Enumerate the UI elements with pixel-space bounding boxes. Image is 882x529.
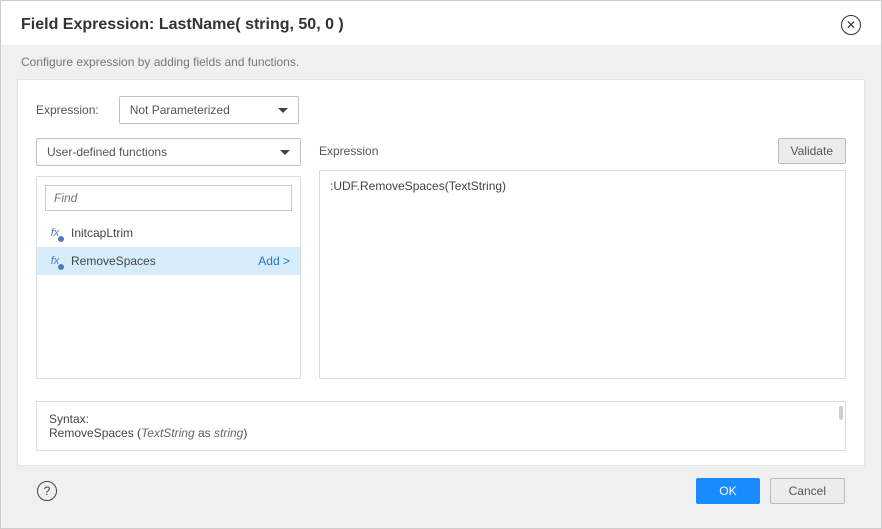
dialog-footer: ? OK Cancel — [17, 466, 865, 518]
chevron-down-icon — [278, 108, 288, 113]
search-input[interactable] — [45, 185, 292, 211]
left-column: User-defined functions fx InitcapLtrim f… — [36, 138, 301, 379]
dialog-header: Field Expression: LastName( string, 50, … — [1, 1, 881, 45]
field-expression-dialog: Field Expression: LastName( string, 50, … — [0, 0, 882, 529]
syntax-fn: RemoveSpaces — [49, 426, 134, 440]
expression-label: Expression — [319, 144, 378, 158]
syntax-type: string — [214, 426, 243, 440]
scrollbar-thumb[interactable] — [839, 406, 843, 420]
expression-editor[interactable]: :UDF.RemoveSpaces(TextString) — [319, 170, 846, 379]
function-list-box: fx InitcapLtrim fx RemoveSpaces Add > — [36, 176, 301, 379]
dialog-title: Field Expression: LastName( string, 50, … — [21, 16, 344, 34]
close-icon[interactable]: ✕ — [841, 15, 861, 35]
chevron-down-icon — [280, 150, 290, 155]
syntax-close: ) — [243, 426, 247, 440]
validate-button[interactable]: Validate — [778, 138, 846, 164]
syntax-box: Syntax: RemoveSpaces (TextString as stri… — [36, 401, 846, 451]
function-name: InitcapLtrim — [71, 226, 133, 240]
content-wrap: Expression: Not Parameterized User-defin… — [1, 79, 881, 528]
expression-type-label: Expression: — [36, 103, 99, 117]
category-select[interactable]: User-defined functions — [36, 138, 301, 166]
ok-button[interactable]: OK — [696, 478, 759, 504]
syntax-open: ( — [134, 426, 141, 440]
add-function-link[interactable]: Add > — [258, 254, 290, 268]
function-row-initcapltrim[interactable]: fx InitcapLtrim — [37, 219, 300, 247]
category-value: User-defined functions — [47, 145, 167, 159]
columns: User-defined functions fx InitcapLtrim f… — [36, 138, 846, 379]
right-column: Expression Validate :UDF.RemoveSpaces(Te… — [319, 138, 846, 379]
function-list: fx InitcapLtrim fx RemoveSpaces Add > — [37, 219, 300, 378]
subheader: Configure expression by adding fields an… — [1, 45, 881, 79]
expression-content: :UDF.RemoveSpaces(TextString) — [330, 179, 506, 193]
help-icon[interactable]: ? — [37, 481, 57, 501]
syntax-line: RemoveSpaces (TextString as string) — [49, 426, 833, 440]
expression-type-select[interactable]: Not Parameterized — [119, 96, 299, 124]
fx-icon: fx — [47, 253, 63, 269]
footer-buttons: OK Cancel — [696, 478, 845, 504]
syntax-param: TextString — [141, 426, 195, 440]
fx-icon: fx — [47, 225, 63, 241]
expression-type-row: Expression: Not Parameterized — [36, 96, 846, 124]
expression-type-value: Not Parameterized — [130, 103, 230, 117]
syntax-label: Syntax: — [49, 412, 833, 426]
cancel-button[interactable]: Cancel — [770, 478, 845, 504]
main-panel: Expression: Not Parameterized User-defin… — [17, 79, 865, 466]
syntax-as: as — [195, 426, 214, 440]
function-row-removespaces[interactable]: fx RemoveSpaces Add > — [37, 247, 300, 275]
expression-header-row: Expression Validate — [319, 138, 846, 164]
function-name: RemoveSpaces — [71, 254, 156, 268]
